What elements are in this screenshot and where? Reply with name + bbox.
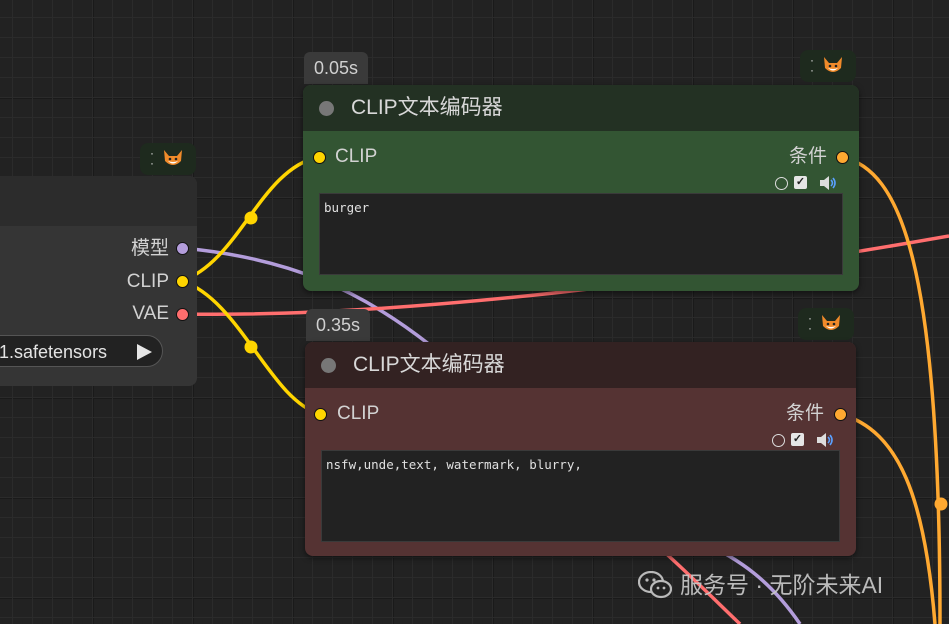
node-title-bar[interactable]: CLIP文本编码器 <box>305 342 856 388</box>
positive-timing-badge: 0.05s <box>304 52 369 84</box>
checkpoint-value: 1.safetensors <box>0 342 108 362</box>
conditioning-output-dot[interactable] <box>834 408 847 421</box>
menu-dots-icon: · · <box>150 146 154 170</box>
clip-input-dot[interactable] <box>314 408 327 421</box>
node-title: CLIP文本编码器 <box>353 353 505 376</box>
prompt-text: nsfw,unde,text, watermark, blurry, <box>326 457 582 472</box>
collapse-toggle-icon[interactable] <box>319 101 334 116</box>
clip-input-dot[interactable] <box>313 151 326 164</box>
clip-output-dot[interactable] <box>176 275 189 288</box>
speaker-icon[interactable] <box>819 176 837 190</box>
positive-clip-text-encode-node[interactable]: CLIP文本编码器 CLIP 条件 ✓ burger <box>303 85 859 291</box>
loader-output-clip[interactable]: CLIP <box>127 271 169 293</box>
loader-title-bar[interactable] <box>0 176 197 226</box>
checkpoint-select[interactable]: 1.safetensors <box>0 335 163 367</box>
watermark-text: 服务号 · 无阶未来AI <box>680 572 884 598</box>
loader-output-model[interactable]: 模型 <box>131 238 169 260</box>
loader-badge[interactable]: · · <box>140 143 196 175</box>
checkbox-icon[interactable]: ✓ <box>791 433 804 446</box>
loader-output-vae[interactable]: VAE <box>132 303 169 325</box>
timing-text: 0.35s <box>316 315 361 335</box>
conditioning-output[interactable]: 条件 <box>786 403 824 425</box>
loader-output-label: CLIP <box>126 271 169 292</box>
loader-output-label: 模型 <box>130 238 169 259</box>
negative-node-badge[interactable]: · · <box>798 308 854 340</box>
circle-toggle-icon[interactable] <box>775 177 788 190</box>
checkbox-icon[interactable]: ✓ <box>794 176 807 189</box>
loader-output-label: VAE <box>132 303 169 324</box>
text-widget-toolbar: ✓ <box>772 433 842 449</box>
prompt-text: burger <box>324 200 370 215</box>
node-title: CLIP文本编码器 <box>351 96 503 119</box>
negative-clip-text-encode-node[interactable]: CLIP文本编码器 CLIP 条件 ✓ nsfw,unde,text, wate… <box>305 342 856 556</box>
timing-text: 0.05s <box>314 58 359 78</box>
prompt-textarea[interactable]: burger <box>319 193 843 275</box>
menu-dots-icon: · · <box>810 53 814 77</box>
node-title-bar[interactable]: CLIP文本编码器 <box>303 85 859 131</box>
clip-wire-reroute-dot-2[interactable] <box>244 340 258 354</box>
conditioning-output-label: 条件 <box>788 146 827 167</box>
clip-input[interactable]: CLIP <box>335 146 377 168</box>
clip-wire-reroute-dot-1[interactable] <box>244 211 258 225</box>
checkpoint-loader-node[interactable]: 模型 CLIP VAE 1.safetensors <box>0 176 197 386</box>
collapse-toggle-icon[interactable] <box>321 358 336 373</box>
conditioning-output-label: 条件 <box>785 403 824 424</box>
speaker-icon[interactable] <box>816 433 834 447</box>
text-widget-toolbar: ✓ <box>775 176 845 192</box>
conditioning-output-dot[interactable] <box>836 151 849 164</box>
clip-input-label: CLIP <box>335 146 378 167</box>
clip-input-label: CLIP <box>337 403 380 424</box>
conditioning-wire-reroute-dot[interactable] <box>934 497 948 511</box>
negative-timing-badge: 0.35s <box>306 309 371 341</box>
circle-toggle-icon[interactable] <box>772 434 785 447</box>
fox-icon <box>822 315 840 330</box>
clip-input[interactable]: CLIP <box>337 403 379 425</box>
fox-icon <box>824 57 842 72</box>
model-output-dot[interactable] <box>176 242 189 255</box>
wechat-icon <box>638 571 672 599</box>
prompt-textarea[interactable]: nsfw,unde,text, watermark, blurry, <box>321 450 840 542</box>
menu-dots-icon: · · <box>808 311 812 335</box>
vae-output-dot[interactable] <box>176 308 189 321</box>
play-triangle-icon[interactable] <box>137 344 152 360</box>
fox-icon <box>164 150 182 165</box>
conditioning-output[interactable]: 条件 <box>789 146 827 168</box>
positive-node-badge[interactable]: · · <box>800 50 856 82</box>
